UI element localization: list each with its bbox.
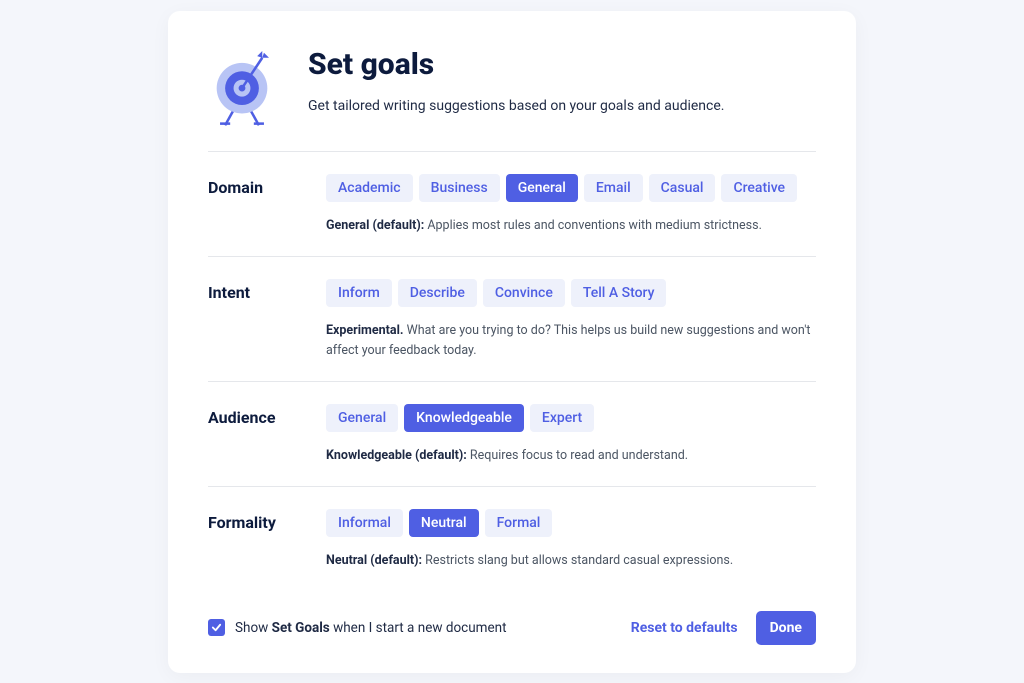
formality-section: Formality InformalNeutralFormal Neutral … — [208, 486, 816, 591]
domain-option-academic[interactable]: Academic — [326, 174, 413, 202]
formality-option-neutral[interactable]: Neutral — [409, 509, 479, 537]
domain-option-email[interactable]: Email — [584, 174, 643, 202]
dialog-footer: Show Set Goals when I start a new docume… — [208, 591, 816, 645]
intent-description: Experimental. What are you trying to do?… — [326, 321, 816, 361]
audience-option-expert[interactable]: Expert — [530, 404, 594, 432]
show-on-new-doc-label: Show Set Goals when I start a new docume… — [235, 620, 507, 636]
audience-section: Audience GeneralKnowledgeableExpert Know… — [208, 381, 816, 486]
intent-option-describe[interactable]: Describe — [398, 279, 477, 307]
intent-option-inform[interactable]: Inform — [326, 279, 392, 307]
intent-label: Intent — [208, 279, 294, 361]
formality-option-informal[interactable]: Informal — [326, 509, 403, 537]
domain-option-general[interactable]: General — [506, 174, 578, 202]
set-goals-dialog: Set goals Get tailored writing suggestio… — [168, 11, 856, 673]
domain-option-casual[interactable]: Casual — [649, 174, 716, 202]
show-on-new-doc-row: Show Set Goals when I start a new docume… — [208, 619, 507, 636]
audience-option-general[interactable]: General — [326, 404, 398, 432]
intent-option-tell-a-story[interactable]: Tell A Story — [571, 279, 667, 307]
dialog-subtitle: Get tailored writing suggestions based o… — [308, 98, 816, 114]
formality-option-formal[interactable]: Formal — [485, 509, 553, 537]
audience-label: Audience — [208, 404, 294, 466]
domain-option-business[interactable]: Business — [419, 174, 500, 202]
formality-options: InformalNeutralFormal — [326, 509, 816, 537]
audience-description: Knowledgeable (default): Requires focus … — [326, 446, 816, 466]
dialog-header: Set goals Get tailored writing suggestio… — [208, 47, 816, 131]
intent-section: Intent InformDescribeConvinceTell A Stor… — [208, 256, 816, 381]
domain-options: AcademicBusinessGeneralEmailCasualCreati… — [326, 174, 816, 202]
done-button[interactable]: Done — [756, 611, 816, 645]
audience-options: GeneralKnowledgeableExpert — [326, 404, 816, 432]
domain-section: Domain AcademicBusinessGeneralEmailCasua… — [208, 151, 816, 256]
formality-description: Neutral (default): Restricts slang but a… — [326, 551, 816, 571]
check-icon — [211, 622, 222, 633]
intent-options: InformDescribeConvinceTell A Story — [326, 279, 816, 307]
domain-option-creative[interactable]: Creative — [721, 174, 797, 202]
intent-option-convince[interactable]: Convince — [483, 279, 565, 307]
show-on-new-doc-checkbox[interactable] — [208, 619, 225, 636]
domain-label: Domain — [208, 174, 294, 236]
audience-option-knowledgeable[interactable]: Knowledgeable — [404, 404, 524, 432]
reset-to-defaults-link[interactable]: Reset to defaults — [631, 620, 738, 636]
domain-description: General (default): Applies most rules an… — [326, 216, 816, 236]
formality-label: Formality — [208, 509, 294, 571]
target-icon — [208, 47, 276, 131]
dialog-title: Set goals — [308, 47, 816, 82]
